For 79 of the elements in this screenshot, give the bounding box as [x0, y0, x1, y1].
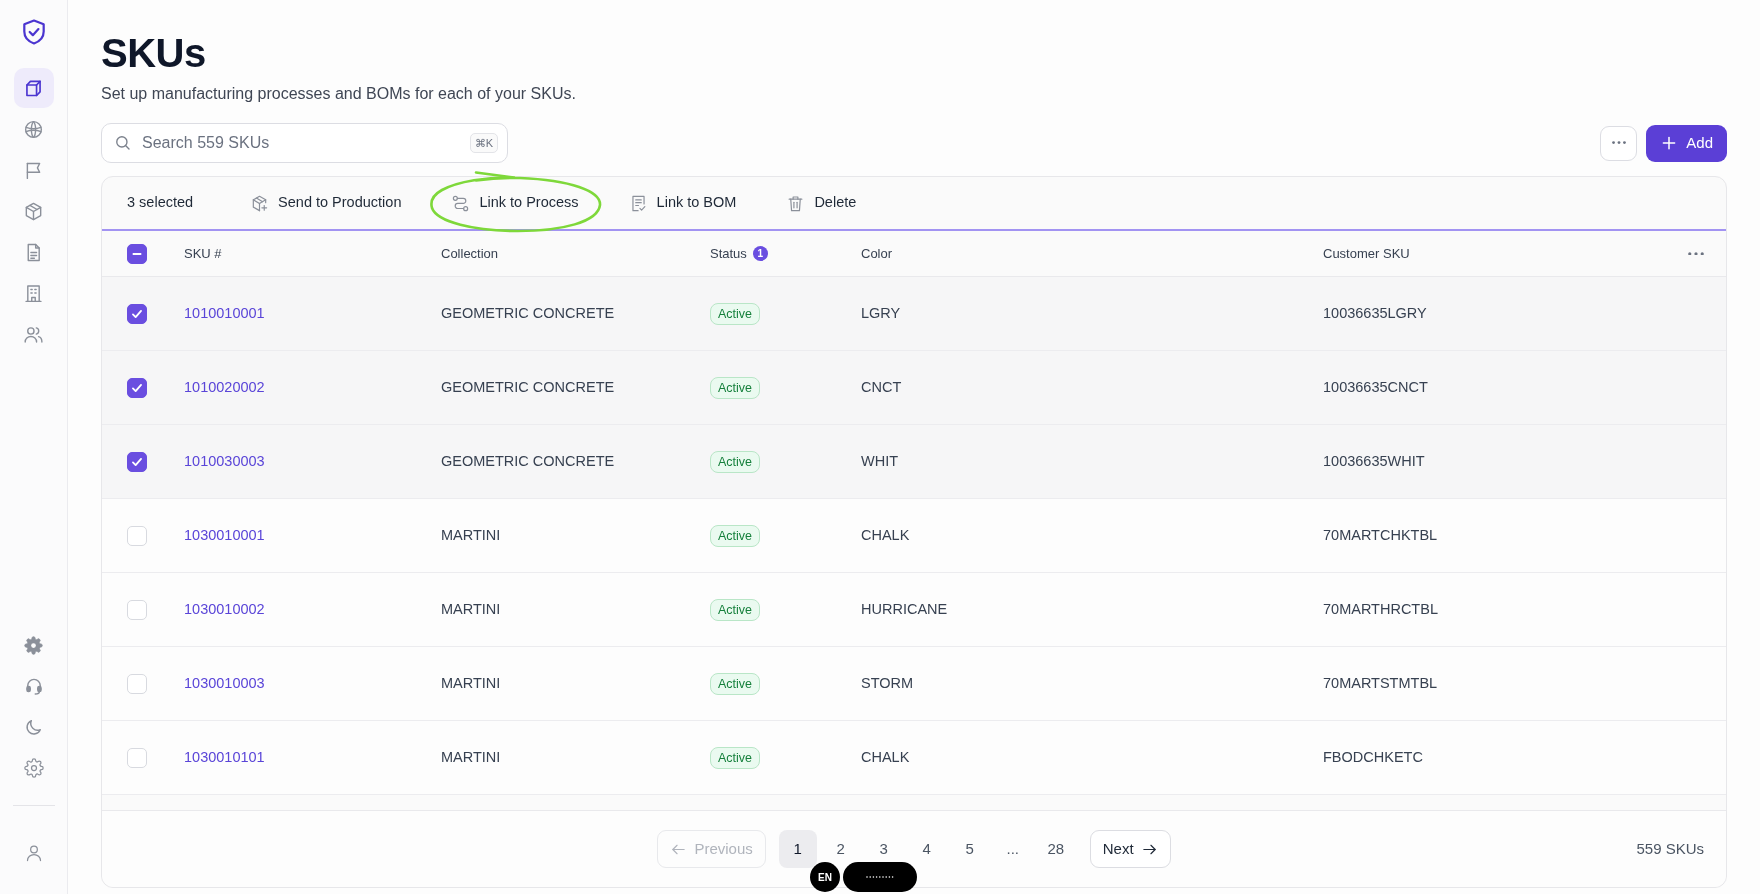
- shortcut-hint: ⌘K: [469, 133, 498, 153]
- table-cell: MARTINI: [441, 674, 501, 691]
- gear-icon[interactable]: [24, 635, 43, 655]
- table-cell: LGRY: [861, 304, 901, 321]
- page-button[interactable]: 3: [864, 838, 903, 860]
- moon-icon[interactable]: [23, 717, 44, 737]
- column-header[interactable]: SKU #: [184, 246, 222, 261]
- sku-link[interactable]: 1010020002: [184, 378, 265, 395]
- row-checkbox[interactable]: [127, 451, 147, 472]
- settings-icon[interactable]: [23, 758, 44, 778]
- table-cell: CHALK: [861, 526, 910, 543]
- table-cell: GEOMETRIC CONCRETE: [441, 378, 615, 395]
- bulk-action-button[interactable]: Link to BOM: [620, 186, 745, 220]
- bulk-action-button[interactable]: Send to Production: [242, 186, 410, 220]
- pagination-ellipsis: ...: [1005, 839, 1020, 859]
- add-button[interactable]: Add: [1646, 124, 1727, 162]
- column-header[interactable]: Customer SKU: [1323, 246, 1410, 261]
- sku-link[interactable]: 1010030003: [184, 452, 265, 469]
- globe-icon: [23, 118, 44, 140]
- sku-link[interactable]: 1030010001: [184, 526, 265, 543]
- cube-icon: [23, 77, 44, 99]
- column-header[interactable]: Status: [710, 246, 747, 261]
- bulk-action-button[interactable]: Delete: [778, 186, 865, 220]
- status-badge: Active: [710, 376, 761, 399]
- count-badge: 1: [752, 246, 768, 261]
- table-cell: HURRICANE: [861, 600, 948, 617]
- selection-count: 3 selected: [127, 193, 194, 213]
- page-button[interactable]: 1: [778, 830, 817, 868]
- row-checkbox[interactable]: [127, 377, 147, 398]
- table-cell: WHIT: [861, 452, 899, 469]
- search-icon: [114, 134, 132, 152]
- package-plus-icon: [250, 193, 270, 213]
- page-button[interactable]: 4: [907, 838, 946, 860]
- table-cell: 70MARTCHKTBL: [1323, 526, 1438, 543]
- language-badge[interactable]: EN: [810, 862, 840, 892]
- column-header[interactable]: Collection: [441, 246, 499, 261]
- status-badge: Active: [710, 672, 761, 695]
- page-button[interactable]: 28: [1036, 838, 1075, 860]
- table-cell: 70MARTHRCTBL: [1323, 600, 1438, 617]
- sidebar-item[interactable]: [13, 68, 54, 108]
- sku-link[interactable]: 1010010001: [184, 304, 265, 321]
- table-cell: GEOMETRIC CONCRETE: [441, 304, 615, 321]
- table-cell: GEOMETRIC CONCRETE: [441, 452, 615, 469]
- page-button[interactable]: 2: [821, 838, 860, 860]
- status-badge: Active: [710, 746, 761, 769]
- total-count: 559 SKUs: [1636, 838, 1704, 859]
- table-cell: STORM: [861, 674, 914, 691]
- sku-link[interactable]: 1030010003: [184, 674, 265, 691]
- page-button[interactable]: 5: [950, 838, 989, 860]
- table-cell: 70MARTSTMTBL: [1323, 674, 1438, 691]
- route-icon: [451, 193, 471, 213]
- dots-icon: [1611, 141, 1626, 145]
- next-button[interactable]: Next: [1089, 830, 1171, 868]
- sku-link[interactable]: 1030010101: [184, 748, 265, 765]
- status-badge: Active: [710, 450, 761, 473]
- page-subtitle: Set up manufacturing processes and BOMs for each of your SKUs.: [101, 84, 577, 104]
- table-cell: MARTINI: [441, 526, 501, 543]
- table-cell: MARTINI: [441, 600, 501, 617]
- table-cell: MARTINI: [441, 748, 501, 765]
- table-cell: FBODCHKETC: [1323, 748, 1423, 765]
- bulk-action-button[interactable]: Link to Process: [443, 186, 587, 220]
- more-options-icon[interactable]: [1688, 251, 1704, 256]
- status-badge: Active: [710, 302, 761, 325]
- status-badge: Active: [710, 524, 761, 547]
- table-cell: 10036635CNCT: [1323, 378, 1428, 395]
- sku-link[interactable]: 1030010002: [184, 600, 265, 617]
- table-cell: CNCT: [861, 378, 902, 395]
- select-all-checkbox[interactable]: [127, 243, 147, 264]
- status-badge: Active: [710, 598, 761, 621]
- building-icon: [23, 282, 44, 304]
- column-header[interactable]: Color: [861, 246, 893, 261]
- dotted-pill-icon[interactable]: [843, 862, 917, 892]
- table-cell: CHALK: [861, 748, 910, 765]
- package-icon: [23, 200, 44, 222]
- table-cell: 10036635LGRY: [1323, 304, 1427, 321]
- table-cell: 10036635WHIT: [1323, 452, 1425, 469]
- headset-icon[interactable]: [23, 676, 44, 696]
- page-title: SKUs: [101, 30, 207, 77]
- row-checkbox[interactable]: [127, 303, 147, 324]
